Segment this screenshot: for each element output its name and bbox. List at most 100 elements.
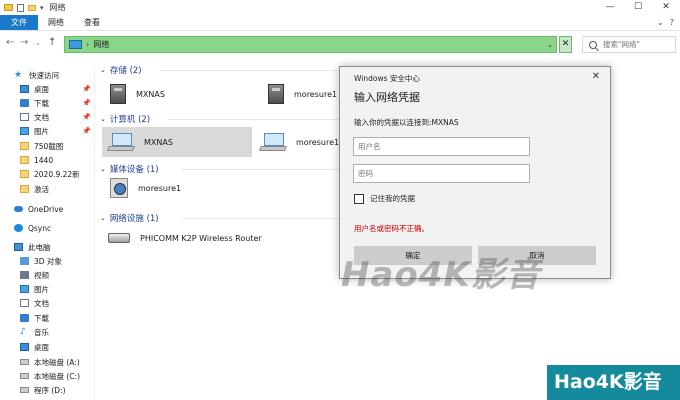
- sidebar-item-onedrive[interactable]: OneDrive: [0, 202, 95, 216]
- minimize-button[interactable]: —: [596, 0, 624, 15]
- computer-icon: [107, 133, 135, 151]
- forward-arrow-icon[interactable]: →: [20, 37, 28, 48]
- tab-network[interactable]: 网络: [38, 15, 74, 30]
- pin-icon: 📌: [82, 85, 91, 93]
- sidebar-item-label: 文档: [34, 112, 49, 122]
- chevron-down-icon: ⌄: [100, 115, 106, 123]
- close-button[interactable]: ✕: [652, 0, 680, 15]
- desktop-icon: [20, 343, 29, 351]
- customize-qa-chevron-icon[interactable]: ▾: [40, 4, 44, 12]
- sidebar-item-1440[interactable]: 1440: [0, 153, 95, 167]
- cloud-icon: [14, 206, 23, 212]
- remember-credentials-checkbox[interactable]: 记住我的凭据: [354, 193, 415, 204]
- sidebar-item-label: 视频: [34, 270, 49, 280]
- sidebar-item-label: 750截图: [34, 141, 64, 151]
- document-icon: [20, 113, 29, 121]
- tab-view[interactable]: 查看: [74, 15, 110, 30]
- drive-icon: [20, 359, 29, 365]
- checkbox-label: 记住我的凭据: [370, 194, 415, 203]
- sidebar-item-activate[interactable]: 激活: [0, 182, 95, 196]
- list-item[interactable]: PHICOMM K2P Wireless Router: [96, 223, 296, 253]
- folder-icon: [20, 156, 29, 164]
- sidebar-item-label: 此电脑: [28, 242, 51, 252]
- sidebar-item-2020[interactable]: 2020.9.22新: [0, 167, 95, 181]
- sidebar-item-desktop[interactable]: 桌面 📌: [0, 82, 95, 96]
- dialog-caption: Windows 安全中心: [354, 74, 420, 83]
- address-dropdown-icon[interactable]: ⌄: [547, 41, 553, 49]
- media-device-icon: [110, 178, 128, 198]
- sidebar-item-documents[interactable]: 文档 📌: [0, 110, 95, 124]
- sidebar-item-label: 本地磁盘 (A:): [34, 357, 80, 367]
- sidebar-item-drive-a[interactable]: 本地磁盘 (A:): [0, 355, 95, 369]
- list-item[interactable]: MXNAS: [102, 127, 252, 157]
- item-label: PHICOMM K2P Wireless Router: [140, 233, 262, 243]
- list-item[interactable]: MXNAS: [96, 79, 252, 109]
- qsync-icon: [14, 224, 23, 232]
- sidebar-item-drive-c[interactable]: 本地磁盘 (C:): [0, 369, 95, 383]
- up-arrow-icon[interactable]: ↑: [48, 37, 56, 48]
- watermark-center: Hao4K影音: [341, 255, 541, 295]
- tab-file[interactable]: 文件: [0, 15, 38, 30]
- nas-icon: [268, 84, 284, 104]
- password-field[interactable]: 密码: [353, 164, 530, 183]
- nas-icon: [110, 84, 126, 104]
- item-label: moresure1: [294, 89, 338, 99]
- item-label: MXNAS: [136, 89, 165, 99]
- drive-icon: [20, 373, 29, 379]
- group-title: 存储 (2): [109, 66, 142, 76]
- properties-icon[interactable]: [17, 3, 24, 12]
- new-folder-icon[interactable]: [28, 4, 36, 11]
- pin-icon: 📌: [82, 113, 91, 121]
- computer-icon: [259, 133, 287, 151]
- sidebar-item-pc-pictures[interactable]: 图片: [0, 282, 95, 296]
- sidebar-item-pictures[interactable]: 图片 📌: [0, 124, 95, 138]
- sidebar-item-drive-d[interactable]: 程序 (D:): [0, 383, 95, 397]
- title-bar: ▾ 网络 — ☐ ✕: [0, 0, 680, 15]
- back-arrow-icon[interactable]: ←: [6, 37, 14, 48]
- sidebar-item-label: 文档: [34, 298, 49, 308]
- folder-icon: [20, 142, 29, 150]
- sidebar-item-label: 本地磁盘 (C:): [34, 371, 80, 381]
- username-field[interactable]: 用户名: [353, 137, 530, 156]
- item-label: moresure1: [138, 183, 182, 193]
- quick-access-toolbar: ▾: [0, 3, 44, 12]
- pin-icon: 📌: [82, 127, 91, 135]
- address-bar[interactable]: › 网络 ⌄: [64, 36, 557, 53]
- sidebar-item-music[interactable]: ♪ 音乐: [0, 325, 95, 339]
- sidebar-item-videos[interactable]: 视频: [0, 268, 95, 282]
- sidebar-item-qsync[interactable]: Qsync: [0, 221, 95, 235]
- sidebar-item-label: 3D 对象: [34, 256, 62, 266]
- sidebar-item-quick-access[interactable]: ★ 快速访问: [0, 68, 95, 82]
- maximize-button[interactable]: ☐: [624, 0, 652, 15]
- document-icon: [20, 299, 29, 307]
- sidebar-item-750[interactable]: 750截图: [0, 139, 95, 153]
- sidebar-item-pc-documents[interactable]: 文档: [0, 296, 95, 310]
- sidebar-item-this-pc[interactable]: 此电脑: [0, 240, 95, 254]
- sidebar-item-3d[interactable]: 3D 对象: [0, 254, 95, 268]
- computer-icon: [14, 243, 23, 251]
- sidebar-item-pc-downloads[interactable]: 下载: [0, 311, 95, 325]
- recent-chevron-icon[interactable]: ⌄: [35, 39, 41, 47]
- download-icon: [20, 99, 29, 107]
- desktop-icon: [20, 85, 29, 93]
- list-item[interactable]: moresure1: [96, 173, 252, 203]
- expand-ribbon-icon[interactable]: ⌄: [657, 15, 664, 31]
- download-icon: [20, 314, 29, 322]
- search-input[interactable]: 搜索"网络": [582, 36, 676, 53]
- help-icon[interactable]: ?: [670, 15, 674, 31]
- sidebar-item-label: 下载: [34, 98, 49, 108]
- sidebar-item-pc-desktop[interactable]: 桌面: [0, 340, 95, 354]
- sidebar-item-label: 音乐: [34, 327, 49, 337]
- sidebar-item-downloads[interactable]: 下载 📌: [0, 96, 95, 110]
- group-header-storage[interactable]: ⌄ 存储 (2): [100, 64, 390, 76]
- path-separator-icon[interactable]: ›: [86, 40, 89, 49]
- dialog-close-button[interactable]: ✕: [592, 71, 600, 82]
- chevron-down-icon: ⌄: [100, 165, 106, 173]
- address-clear-button[interactable]: ✕: [559, 36, 572, 53]
- checkbox-box[interactable]: [354, 193, 364, 204]
- picture-icon: [20, 285, 29, 293]
- window-title: 网络: [49, 3, 66, 12]
- picture-icon: [20, 127, 29, 135]
- group-header-computers[interactable]: ⌄ 计算机 (2): [100, 113, 398, 125]
- router-icon: [108, 233, 130, 243]
